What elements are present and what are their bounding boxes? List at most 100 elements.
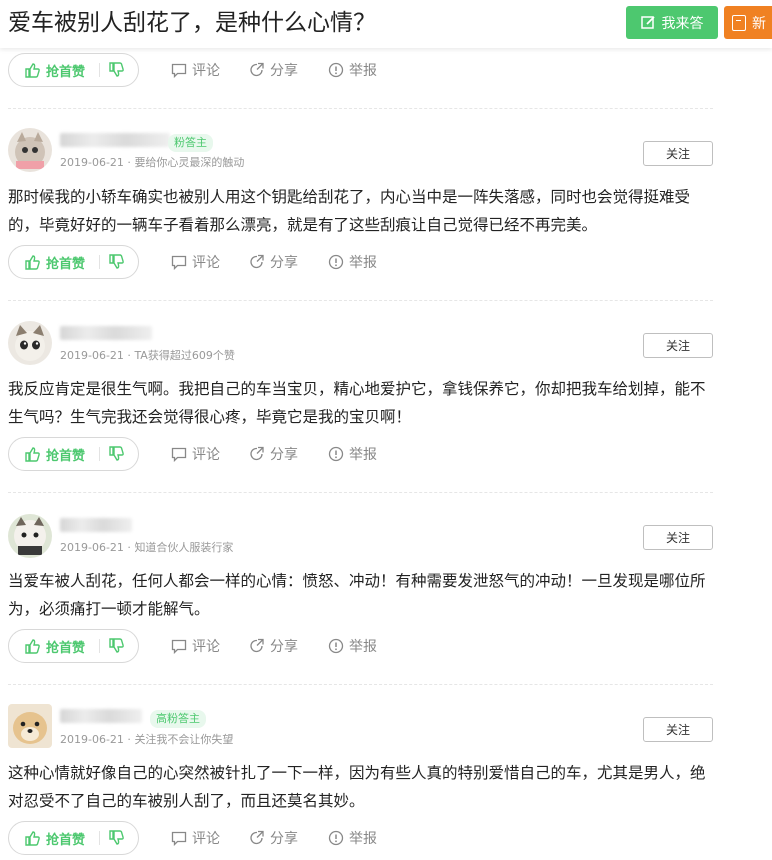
like-label: 抢首赞	[46, 640, 86, 656]
answer-divider	[8, 108, 713, 109]
report-button[interactable]: 举报	[328, 821, 377, 855]
thumbs-down-icon[interactable]	[109, 62, 124, 77]
share-label: 分享	[270, 63, 298, 79]
comment-button[interactable]: 评论	[171, 821, 220, 855]
share-label: 分享	[270, 831, 298, 847]
answer-text: 我反应肯定是很生气啊。我把自己的车当宝贝，精心地爱护它，拿钱保养它，你却把我车给…	[8, 380, 706, 426]
document-icon	[732, 14, 746, 31]
user-tagline: 知道合伙人服装行家	[134, 541, 234, 554]
share-icon	[250, 446, 264, 461]
like-button[interactable]: 抢首赞	[25, 630, 85, 662]
report-label: 举报	[349, 831, 377, 847]
new-button[interactable]: 新	[724, 6, 772, 39]
thumbs-up-icon	[25, 830, 40, 846]
thumbs-down-icon[interactable]	[109, 638, 124, 653]
share-icon	[250, 638, 264, 653]
answer-date: 2019-06-21	[60, 349, 124, 362]
user-avatar[interactable]	[8, 321, 52, 365]
like-label: 抢首赞	[46, 448, 86, 464]
vote-box: 抢首赞	[8, 245, 139, 279]
answer-text: 这种心情就好像自己的心突然被针扎了一下一样，因为有些人真的特别爱惜自己的车，尤其…	[8, 764, 706, 810]
edit-icon	[640, 16, 655, 29]
question-title: 爱车被别人刮花了，是种什么心情？	[8, 10, 376, 36]
share-button[interactable]: 分享	[249, 437, 298, 471]
answerer-badge: 粉答主	[168, 134, 213, 152]
answer-text: 那时候我的小轿车确实也被别人用这个钥匙给刮花了，内心当中是一阵失落感，同时也会觉…	[8, 188, 691, 234]
thumbs-up-icon	[25, 62, 40, 78]
share-label: 分享	[270, 255, 298, 271]
answer-date: 2019-06-21	[60, 733, 124, 746]
answer-text: 当爱车被人刮花，任何人都会一样的心情：愤怒、冲动！有种需要发泄怒气的冲动！一旦发…	[8, 572, 706, 618]
comment-button[interactable]: 评论	[171, 629, 220, 663]
share-button[interactable]: 分享	[249, 629, 298, 663]
user-tagline: 关注我不会让你失望	[134, 733, 234, 746]
like-button[interactable]: 抢首赞	[25, 54, 85, 86]
username-blurred[interactable]	[60, 133, 170, 147]
warning-circle-icon	[328, 638, 344, 654]
answerer-badge: 高粉答主	[150, 710, 206, 728]
share-icon	[250, 830, 264, 845]
follow-button[interactable]: 关注	[643, 141, 713, 166]
user-tagline: 要给你心灵最深的触动	[134, 156, 245, 169]
thumbs-down-icon[interactable]	[109, 254, 124, 269]
share-button[interactable]: 分享	[249, 245, 298, 279]
comment-button[interactable]: 评论	[171, 53, 220, 87]
answer-actions: 抢首赞 评论 分享 举报	[8, 53, 708, 87]
question-header: 爱车被别人刮花了，是种什么心情？ 我来答 新	[0, 0, 772, 48]
comment-label: 评论	[192, 447, 220, 463]
thumbs-down-icon[interactable]	[109, 830, 124, 845]
follow-button[interactable]: 关注	[643, 525, 713, 550]
vote-divider	[99, 63, 100, 77]
comment-label: 评论	[192, 63, 220, 79]
report-button[interactable]: 举报	[328, 437, 377, 471]
user-avatar[interactable]	[8, 514, 52, 558]
report-button[interactable]: 举报	[328, 53, 377, 87]
new-button-label: 新	[752, 15, 766, 32]
like-label: 抢首赞	[46, 832, 86, 848]
follow-button[interactable]: 关注	[643, 717, 713, 742]
comment-icon	[171, 447, 187, 462]
like-button[interactable]: 抢首赞	[25, 246, 85, 278]
share-label: 分享	[270, 639, 298, 655]
comment-icon	[171, 255, 187, 270]
like-label: 抢首赞	[46, 64, 86, 80]
like-button[interactable]: 抢首赞	[25, 438, 85, 470]
report-button[interactable]: 举报	[328, 245, 377, 279]
comment-button[interactable]: 评论	[171, 437, 220, 471]
vote-box: 抢首赞	[8, 53, 139, 87]
follow-button[interactable]: 关注	[643, 333, 713, 358]
answer-actions: 抢首赞 评论 分享 举报	[8, 245, 708, 279]
answer-button[interactable]: 我来答	[626, 6, 718, 39]
answer-divider	[8, 300, 713, 301]
answer-meta: 2019-06-21 · 关注我不会让你失望	[60, 733, 234, 746]
user-avatar[interactable]	[8, 128, 52, 172]
vote-divider	[99, 447, 100, 461]
share-button[interactable]: 分享	[249, 821, 298, 855]
vote-box: 抢首赞	[8, 437, 139, 471]
vote-divider	[99, 255, 100, 269]
username-blurred[interactable]	[60, 709, 142, 723]
comment-label: 评论	[192, 639, 220, 655]
report-label: 举报	[349, 255, 377, 271]
answer-meta: 2019-06-21 · TA获得超过609个赞	[60, 349, 235, 362]
username-blurred[interactable]	[60, 518, 132, 532]
vote-divider	[99, 831, 100, 845]
like-button[interactable]: 抢首赞	[25, 822, 85, 854]
report-button[interactable]: 举报	[328, 629, 377, 663]
comment-button[interactable]: 评论	[171, 245, 220, 279]
answer-button-label: 我来答	[661, 15, 704, 32]
comment-label: 评论	[192, 831, 220, 847]
comment-icon	[171, 639, 187, 654]
share-button[interactable]: 分享	[249, 53, 298, 87]
username-blurred[interactable]	[60, 326, 152, 340]
thumbs-down-icon[interactable]	[109, 446, 124, 461]
answer-actions: 抢首赞 评论 分享 举报	[8, 821, 708, 855]
warning-circle-icon	[328, 254, 344, 270]
comment-icon	[171, 831, 187, 846]
like-label: 抢首赞	[46, 256, 86, 272]
user-avatar[interactable]	[8, 704, 52, 748]
user-tagline: TA获得超过609个赞	[134, 349, 235, 362]
report-label: 举报	[349, 639, 377, 655]
report-label: 举报	[349, 447, 377, 463]
warning-circle-icon	[328, 830, 344, 846]
